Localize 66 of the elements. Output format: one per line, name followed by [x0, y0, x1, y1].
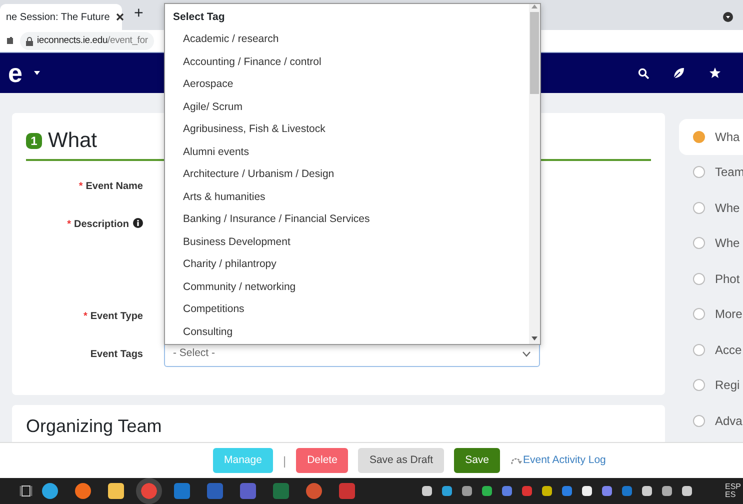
- step-dot: [693, 344, 705, 356]
- field-label: Event Type: [90, 310, 143, 322]
- url-text: ieconnects.ie.edu/event_for: [37, 34, 148, 48]
- dropdown-option[interactable]: Academic / research: [165, 28, 529, 52]
- leaf-icon[interactable]: [673, 67, 685, 79]
- step-dot: [693, 379, 705, 392]
- step-dot: [693, 166, 705, 178]
- step-dot: [693, 414, 705, 427]
- stepper-item[interactable]: Whe: [679, 190, 743, 226]
- step-dot: [693, 202, 705, 214]
- new-tab-button[interactable]: +: [134, 2, 144, 26]
- task-view-icon[interactable]: [20, 485, 32, 497]
- stepper-item[interactable]: Phot: [679, 261, 743, 296]
- step-dot: [693, 237, 705, 250]
- field-label: Event Name: [86, 180, 143, 192]
- stepper-item[interactable]: Acce: [679, 332, 743, 368]
- dropdown-header: Select Tag: [172, 10, 226, 25]
- logo[interactable]: e: [8, 60, 22, 86]
- language-indicator[interactable]: ESP ES: [724, 482, 741, 500]
- lock-icon: [26, 36, 33, 46]
- step-number-badge: 1: [26, 132, 42, 149]
- required-mark: *: [67, 218, 71, 230]
- scroll-thumb[interactable]: [530, 12, 539, 94]
- save-button[interactable]: Save: [454, 448, 500, 474]
- dropdown-option[interactable]: Alumni events: [165, 141, 529, 164]
- dropdown-option[interactable]: Charity / philantropy: [165, 254, 529, 276]
- required-mark: *: [78, 180, 83, 192]
- stepper-item[interactable]: Whe: [679, 226, 743, 261]
- required-mark: *: [83, 310, 88, 322]
- history-icon: [510, 456, 522, 466]
- extension-icon[interactable]: [6, 36, 14, 46]
- caret-icon[interactable]: [34, 71, 40, 75]
- dropdown-option[interactable]: Aerospace: [165, 74, 529, 96]
- draft-button[interactable]: Save as Draft: [358, 448, 444, 474]
- field-label: Event Tags: [90, 348, 143, 360]
- dropdown-option[interactable]: Arts & humanities: [165, 186, 529, 209]
- close-icon[interactable]: [116, 13, 124, 21]
- address-bar[interactable]: ieconnects.ie.edu/event_for: [20, 32, 154, 50]
- browser-tab[interactable]: ne Session: The Future: [0, 4, 122, 30]
- dropdown-option[interactable]: Community / networking: [165, 276, 529, 299]
- search-icon[interactable]: [638, 68, 649, 78]
- step-dot: [693, 130, 705, 143]
- activity-log-link[interactable]: Event Activity Log: [510, 452, 606, 468]
- separator: |: [282, 452, 286, 470]
- stepper-item[interactable]: Wha: [679, 119, 743, 154]
- dropdown-option[interactable]: Business Development: [165, 231, 529, 254]
- star-icon[interactable]: [709, 67, 721, 79]
- section-title: What: [48, 128, 98, 154]
- stepper-item[interactable]: Adva: [679, 403, 743, 438]
- dropdown-option[interactable]: Agile/ Scrum: [165, 96, 529, 119]
- tab-title: ne Session: The Future: [6, 10, 110, 24]
- scrollbar[interactable]: [529, 4, 540, 344]
- stepper-item[interactable]: More: [679, 296, 743, 332]
- step-dot: [693, 272, 705, 285]
- dropdown-option[interactable]: Agribusiness, Fish & Livestock: [165, 118, 529, 142]
- dropdown-option[interactable]: Architecture / Urbanism / Design: [165, 164, 529, 186]
- dropdown-option[interactable]: Banking / Insurance / Financial Services: [165, 208, 529, 232]
- field-label: Description: [74, 218, 129, 230]
- chevron-down-icon: [522, 350, 531, 356]
- dropdown-option[interactable]: Competitions: [165, 298, 529, 322]
- step-dot: [693, 308, 705, 320]
- dropdown-option[interactable]: Accounting / Finance / control: [165, 51, 529, 74]
- stepper-item[interactable]: Regi: [679, 368, 743, 403]
- info-icon[interactable]: [133, 218, 143, 228]
- dropdown-icon[interactable]: [723, 12, 733, 22]
- section-title: Organizing Team: [26, 415, 162, 438]
